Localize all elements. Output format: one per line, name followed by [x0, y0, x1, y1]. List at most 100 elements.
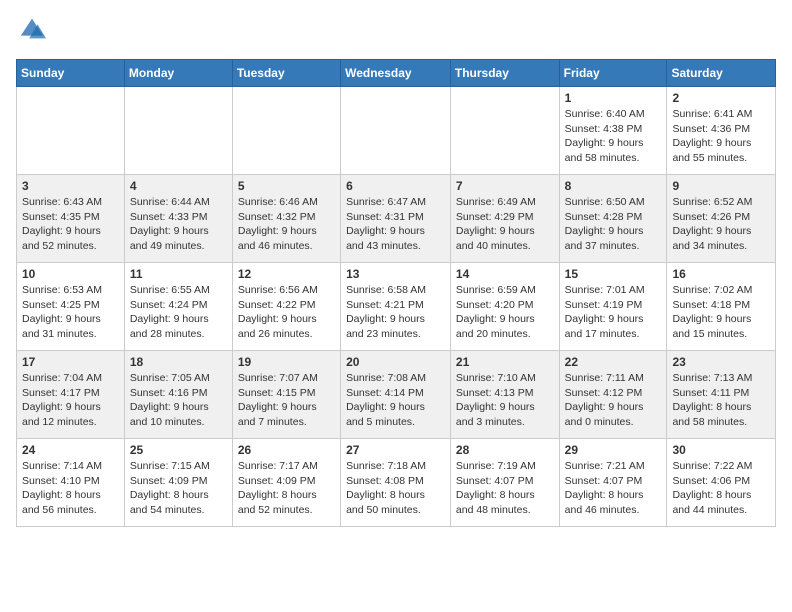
- calendar-cell: [17, 87, 125, 175]
- calendar-cell: 3 Sunrise: 6:43 AMSunset: 4:35 PMDaylight…: [17, 175, 125, 263]
- calendar-cell: 18 Sunrise: 7:05 AMSunset: 4:16 PMDayligh…: [124, 351, 232, 439]
- calendar-cell: 1Sunrise: 6:40 AMSunset: 4:38 PMDaylight…: [559, 87, 667, 175]
- day-number: 12: [238, 267, 335, 281]
- calendar-cell: 17 Sunrise: 7:04 AMSunset: 4:17 PMDayligh…: [17, 351, 125, 439]
- calendar-cell: 6 Sunrise: 6:47 AMSunset: 4:31 PMDaylight…: [341, 175, 451, 263]
- weekday-header-tuesday: Tuesday: [232, 60, 340, 87]
- day-info: Sunrise: 7:04 AMSunset: 4:17 PMDaylight:…: [22, 371, 119, 430]
- day-number: 10: [22, 267, 119, 281]
- calendar-cell: 5 Sunrise: 6:46 AMSunset: 4:32 PMDaylight…: [232, 175, 340, 263]
- calendar-cell: 30 Sunrise: 7:22 AMSunset: 4:06 PMDayligh…: [667, 439, 776, 527]
- logo-icon: [18, 16, 46, 44]
- day-number: 28: [456, 443, 554, 457]
- day-info: Sunrise: 7:18 AMSunset: 4:08 PMDaylight:…: [346, 459, 445, 518]
- day-info: Sunrise: 7:21 AMSunset: 4:07 PMDaylight:…: [565, 459, 662, 518]
- calendar-table: SundayMondayTuesdayWednesdayThursdayFrid…: [16, 59, 776, 527]
- header: [16, 16, 776, 49]
- calendar-cell: 22Sunrise: 7:11 AMSunset: 4:12 PMDayligh…: [559, 351, 667, 439]
- day-number: 17: [22, 355, 119, 369]
- day-number: 15: [565, 267, 662, 281]
- calendar-cell: 4 Sunrise: 6:44 AMSunset: 4:33 PMDaylight…: [124, 175, 232, 263]
- weekday-header-row: SundayMondayTuesdayWednesdayThursdayFrid…: [17, 60, 776, 87]
- day-number: 29: [565, 443, 662, 457]
- calendar-cell: 23 Sunrise: 7:13 AMSunset: 4:11 PMDayligh…: [667, 351, 776, 439]
- calendar-cell: [450, 87, 559, 175]
- day-number: 14: [456, 267, 554, 281]
- day-info: Sunrise: 7:02 AMSunset: 4:18 PMDaylight:…: [672, 283, 770, 342]
- calendar-cell: 27 Sunrise: 7:18 AMSunset: 4:08 PMDayligh…: [341, 439, 451, 527]
- day-info: Sunrise: 7:08 AMSunset: 4:14 PMDaylight:…: [346, 371, 445, 430]
- weekday-header-friday: Friday: [559, 60, 667, 87]
- day-number: 24: [22, 443, 119, 457]
- calendar-cell: 25 Sunrise: 7:15 AMSunset: 4:09 PMDayligh…: [124, 439, 232, 527]
- day-info: Sunrise: 6:49 AMSunset: 4:29 PMDaylight:…: [456, 195, 554, 254]
- weekday-header-sunday: Sunday: [17, 60, 125, 87]
- week-row-1: 1Sunrise: 6:40 AMSunset: 4:38 PMDaylight…: [17, 87, 776, 175]
- day-info: Sunrise: 6:56 AMSunset: 4:22 PMDaylight:…: [238, 283, 335, 342]
- day-number: 9: [672, 179, 770, 193]
- day-info: Sunrise: 6:58 AMSunset: 4:21 PMDaylight:…: [346, 283, 445, 342]
- day-number: 16: [672, 267, 770, 281]
- day-info: Sunrise: 6:55 AMSunset: 4:24 PMDaylight:…: [130, 283, 227, 342]
- weekday-header-saturday: Saturday: [667, 60, 776, 87]
- day-number: 19: [238, 355, 335, 369]
- day-info: Sunrise: 7:13 AMSunset: 4:11 PMDaylight:…: [672, 371, 770, 430]
- logo: [16, 16, 48, 49]
- day-number: 13: [346, 267, 445, 281]
- day-info: Sunrise: 6:44 AMSunset: 4:33 PMDaylight:…: [130, 195, 227, 254]
- calendar-cell: 20Sunrise: 7:08 AMSunset: 4:14 PMDayligh…: [341, 351, 451, 439]
- week-row-4: 17 Sunrise: 7:04 AMSunset: 4:17 PMDayligh…: [17, 351, 776, 439]
- day-info: Sunrise: 7:05 AMSunset: 4:16 PMDaylight:…: [130, 371, 227, 430]
- day-info: Sunrise: 7:15 AMSunset: 4:09 PMDaylight:…: [130, 459, 227, 518]
- day-number: 5: [238, 179, 335, 193]
- calendar-cell: [124, 87, 232, 175]
- calendar-cell: [232, 87, 340, 175]
- day-number: 4: [130, 179, 227, 193]
- day-number: 23: [672, 355, 770, 369]
- day-info: Sunrise: 6:40 AMSunset: 4:38 PMDaylight:…: [565, 107, 662, 166]
- day-number: 22: [565, 355, 662, 369]
- calendar-cell: [341, 87, 451, 175]
- day-info: Sunrise: 7:10 AMSunset: 4:13 PMDaylight:…: [456, 371, 554, 430]
- calendar-cell: 9 Sunrise: 6:52 AMSunset: 4:26 PMDaylight…: [667, 175, 776, 263]
- calendar-cell: 11Sunrise: 6:55 AMSunset: 4:24 PMDayligh…: [124, 263, 232, 351]
- day-number: 26: [238, 443, 335, 457]
- calendar-cell: 12 Sunrise: 6:56 AMSunset: 4:22 PMDayligh…: [232, 263, 340, 351]
- weekday-header-wednesday: Wednesday: [341, 60, 451, 87]
- calendar-cell: 16 Sunrise: 7:02 AMSunset: 4:18 PMDayligh…: [667, 263, 776, 351]
- day-info: Sunrise: 6:52 AMSunset: 4:26 PMDaylight:…: [672, 195, 770, 254]
- day-number: 6: [346, 179, 445, 193]
- calendar-cell: 21Sunrise: 7:10 AMSunset: 4:13 PMDayligh…: [450, 351, 559, 439]
- calendar-cell: 29 Sunrise: 7:21 AMSunset: 4:07 PMDayligh…: [559, 439, 667, 527]
- day-info: Sunrise: 6:59 AMSunset: 4:20 PMDaylight:…: [456, 283, 554, 342]
- day-info: Sunrise: 7:07 AMSunset: 4:15 PMDaylight:…: [238, 371, 335, 430]
- day-info: Sunrise: 7:19 AMSunset: 4:07 PMDaylight:…: [456, 459, 554, 518]
- day-number: 8: [565, 179, 662, 193]
- day-info: Sunrise: 7:14 AMSunset: 4:10 PMDaylight:…: [22, 459, 119, 518]
- calendar-cell: 7 Sunrise: 6:49 AMSunset: 4:29 PMDaylight…: [450, 175, 559, 263]
- day-number: 27: [346, 443, 445, 457]
- day-info: Sunrise: 7:22 AMSunset: 4:06 PMDaylight:…: [672, 459, 770, 518]
- calendar-cell: 26Sunrise: 7:17 AMSunset: 4:09 PMDayligh…: [232, 439, 340, 527]
- calendar-cell: 19 Sunrise: 7:07 AMSunset: 4:15 PMDayligh…: [232, 351, 340, 439]
- day-number: 7: [456, 179, 554, 193]
- calendar-cell: 8 Sunrise: 6:50 AMSunset: 4:28 PMDaylight…: [559, 175, 667, 263]
- day-info: Sunrise: 6:47 AMSunset: 4:31 PMDaylight:…: [346, 195, 445, 254]
- day-info: Sunrise: 6:43 AMSunset: 4:35 PMDaylight:…: [22, 195, 119, 254]
- week-row-3: 10 Sunrise: 6:53 AMSunset: 4:25 PMDayligh…: [17, 263, 776, 351]
- day-number: 25: [130, 443, 227, 457]
- calendar-cell: 10 Sunrise: 6:53 AMSunset: 4:25 PMDayligh…: [17, 263, 125, 351]
- day-info: Sunrise: 6:50 AMSunset: 4:28 PMDaylight:…: [565, 195, 662, 254]
- weekday-header-monday: Monday: [124, 60, 232, 87]
- day-info: Sunrise: 6:41 AMSunset: 4:36 PMDaylight:…: [672, 107, 770, 166]
- calendar-cell: 14 Sunrise: 6:59 AMSunset: 4:20 PMDayligh…: [450, 263, 559, 351]
- day-number: 30: [672, 443, 770, 457]
- day-info: Sunrise: 6:53 AMSunset: 4:25 PMDaylight:…: [22, 283, 119, 342]
- calendar-cell: 15Sunrise: 7:01 AMSunset: 4:19 PMDayligh…: [559, 263, 667, 351]
- day-info: Sunrise: 6:46 AMSunset: 4:32 PMDaylight:…: [238, 195, 335, 254]
- day-number: 18: [130, 355, 227, 369]
- calendar-cell: 28 Sunrise: 7:19 AMSunset: 4:07 PMDayligh…: [450, 439, 559, 527]
- day-number: 3: [22, 179, 119, 193]
- calendar-cell: 13 Sunrise: 6:58 AMSunset: 4:21 PMDayligh…: [341, 263, 451, 351]
- week-row-5: 24 Sunrise: 7:14 AMSunset: 4:10 PMDayligh…: [17, 439, 776, 527]
